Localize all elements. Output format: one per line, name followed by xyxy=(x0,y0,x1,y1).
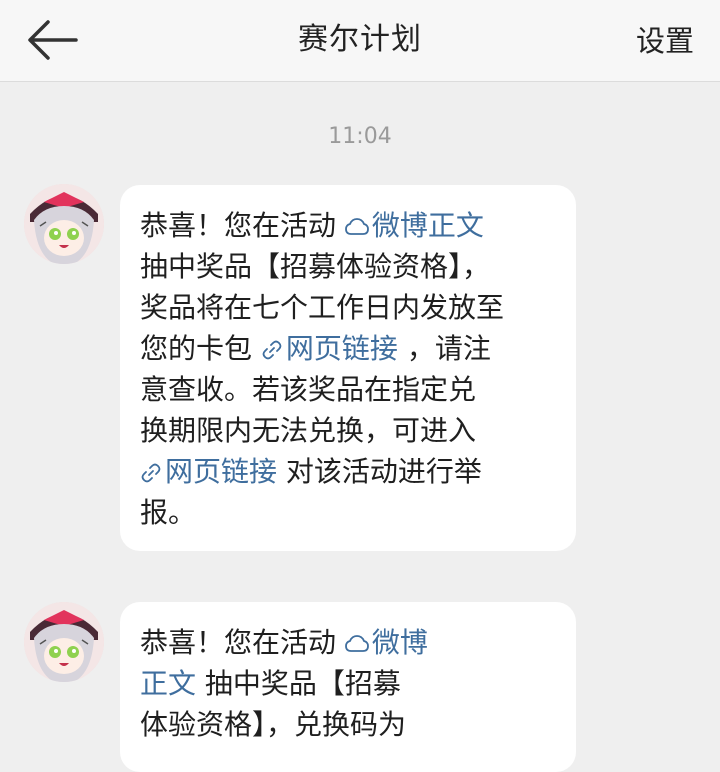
message-line: 换期限内无法兑换，可进入 xyxy=(140,414,477,447)
weibo-icon xyxy=(345,218,369,235)
message-text: 恭喜！您在活动 xyxy=(140,209,345,242)
top-bar: 赛尔计划 设置 xyxy=(0,0,720,82)
weibo-icon xyxy=(345,635,369,652)
web-link[interactable]: 网页链接 xyxy=(140,455,277,488)
message-line: 您的卡包 网页链接 ，请注 xyxy=(140,328,556,369)
anime-avatar-icon xyxy=(24,184,104,264)
web-link[interactable]: 网页链接 xyxy=(261,332,398,365)
message-text: 对该活动进行举 xyxy=(277,455,482,488)
weibo-post-link-label: 微博 xyxy=(371,626,428,659)
message-bubble: 恭喜！您在活动 微博正文 抽中奖品【招募体验资格】， 奖品将在七个工作日内发放至… xyxy=(120,185,576,551)
message-text: ，请注 xyxy=(397,332,491,365)
message-line: 奖品将在七个工作日内发放至 xyxy=(140,291,505,324)
page-title: 赛尔计划 xyxy=(298,22,422,57)
settings-button[interactable]: 设置 xyxy=(636,0,694,80)
weibo-post-link-label[interactable]: 正文 xyxy=(140,667,196,700)
message-line: 恭喜！您在活动 微博 xyxy=(140,622,556,663)
message-line: 意查收。若该奖品在指定兑 xyxy=(140,373,477,406)
message-line: 抽中奖品【招募体验资格】， xyxy=(140,250,491,283)
anime-avatar-icon xyxy=(24,602,104,682)
message-text: 您的卡包 xyxy=(140,332,261,365)
web-link-label: 网页链接 xyxy=(285,332,398,365)
message-line: 报。 xyxy=(140,496,197,529)
message-timestamp: 11:04 xyxy=(328,124,392,149)
weibo-post-link-label: 微博正文 xyxy=(371,209,484,242)
message-line: 体验资格】，兑换码为 xyxy=(140,708,407,741)
weibo-post-link[interactable]: 微博 xyxy=(345,626,428,659)
avatar[interactable] xyxy=(24,184,104,264)
link-icon xyxy=(262,340,282,360)
message-line: 正文 抽中奖品【招募 xyxy=(140,663,556,704)
link-icon xyxy=(141,463,161,483)
avatar[interactable] xyxy=(24,602,104,682)
message-text: 抽中奖品【招募 xyxy=(196,667,401,700)
message-line: 网页链接 对该活动进行举 xyxy=(140,451,556,492)
message-line: 恭喜！您在活动 微博正文 xyxy=(140,205,556,246)
web-link-label: 网页链接 xyxy=(165,455,278,488)
weibo-post-link[interactable]: 微博正文 xyxy=(345,209,484,242)
message-text: 恭喜！您在活动 xyxy=(140,626,345,659)
